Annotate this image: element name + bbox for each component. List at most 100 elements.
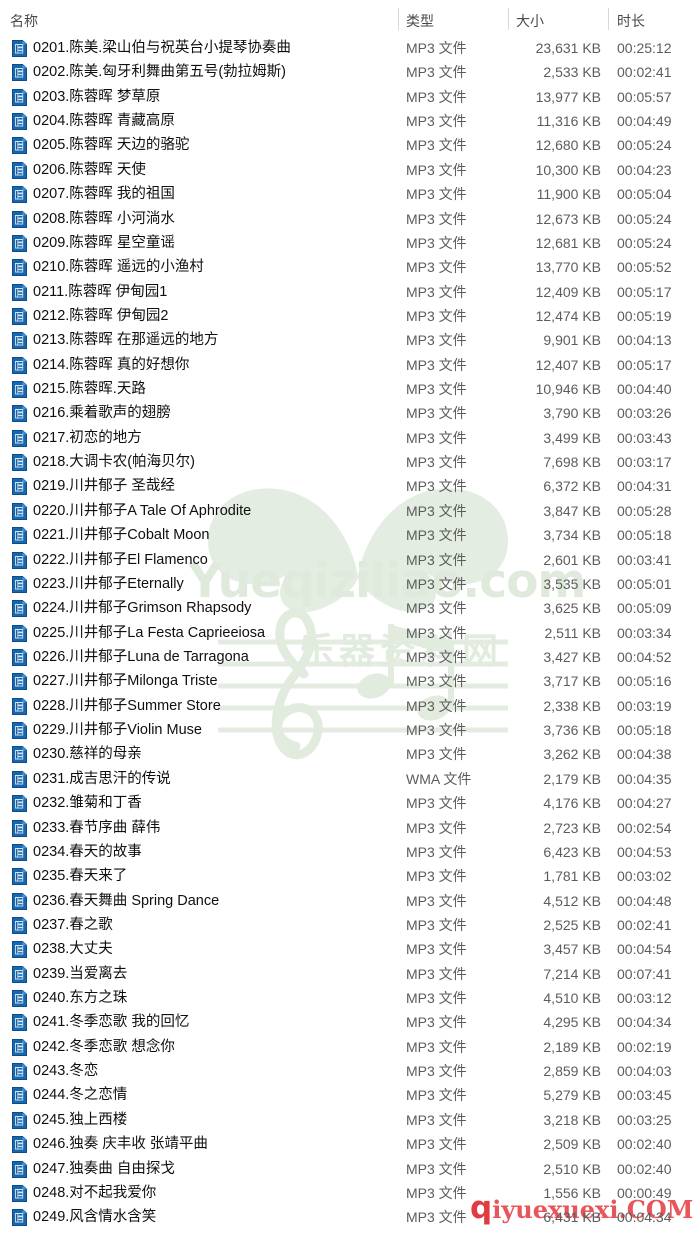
table-row[interactable]: 0244.冬之恋情 MP3 文件 5,279 KB 00:03:45 — [0, 1083, 700, 1107]
file-size: 1,556 KB — [543, 1184, 601, 1201]
table-row[interactable]: 0221.川井郁子Cobalt Moon MP3 文件 3,734 KB 00:… — [0, 523, 700, 547]
table-row[interactable]: 0215.陈蓉晖.天路 MP3 文件 10,946 KB 00:04:40 — [0, 377, 700, 401]
table-row[interactable]: 0228.川井郁子Summer Store MP3 文件 2,338 KB 00… — [0, 694, 700, 718]
file-duration: 00:02:41 — [617, 64, 672, 81]
table-row[interactable]: 0203.陈蓉晖 梦草原 MP3 文件 13,977 KB 00:05:57 — [0, 85, 700, 109]
table-row[interactable]: 0248.对不起我爱你 MP3 文件 1,556 KB 00:00:49 — [0, 1181, 700, 1205]
table-row[interactable]: 0242.冬季恋歌 想念你 MP3 文件 2,189 KB 00:02:19 — [0, 1035, 700, 1059]
table-row[interactable]: 0214.陈蓉晖 真的好想你 MP3 文件 12,407 KB 00:05:17 — [0, 353, 700, 377]
file-duration: 00:04:27 — [617, 795, 672, 812]
file-size: 12,407 KB — [535, 356, 601, 373]
column-separator-type[interactable] — [398, 8, 399, 30]
table-row[interactable]: 0208.陈蓉晖 小河淌水 MP3 文件 12,673 KB 00:05:24 — [0, 207, 700, 231]
file-duration: 00:02:41 — [617, 916, 672, 933]
file-size: 10,300 KB — [535, 161, 601, 178]
table-row[interactable]: 0230.慈祥的母亲 MP3 文件 3,262 KB 00:04:38 — [0, 742, 700, 766]
table-row[interactable]: 0249.风含情水含笑 MP3 文件 6,431 KB 00:04:34 — [0, 1205, 700, 1229]
file-type: MP3 文件 — [406, 478, 467, 495]
file-type: MP3 文件 — [406, 575, 467, 592]
table-row[interactable]: 0232.雏菊和丁香 MP3 文件 4,176 KB 00:04:27 — [0, 791, 700, 815]
file-duration: 00:05:24 — [617, 210, 672, 227]
file-icon-glyph — [12, 502, 27, 520]
table-row[interactable]: 0227.川井郁子Milonga Triste MP3 文件 3,717 KB … — [0, 669, 700, 693]
table-row[interactable]: 0245.独上西楼 MP3 文件 3,218 KB 00:03:25 — [0, 1108, 700, 1132]
file-type: MP3 文件 — [406, 892, 467, 909]
table-row[interactable]: 0219.川井郁子 圣哉经 MP3 文件 6,372 KB 00:04:31 — [0, 474, 700, 498]
table-row[interactable]: 0226.川井郁子Luna de Tarragona MP3 文件 3,427 … — [0, 645, 700, 669]
file-name: 0238.大丈夫 — [33, 941, 113, 958]
mp3-file-icon — [12, 137, 27, 155]
table-row[interactable]: 0205.陈蓉晖 天边的骆驼 MP3 文件 12,680 KB 00:05:24 — [0, 133, 700, 157]
table-row[interactable]: 0212.陈蓉晖 伊甸园2 MP3 文件 12,474 KB 00:05:19 — [0, 304, 700, 328]
file-size: 3,790 KB — [543, 405, 601, 422]
table-row[interactable]: 0223.川井郁子Eternally MP3 文件 3,535 KB 00:05… — [0, 572, 700, 596]
file-type: MP3 文件 — [406, 843, 467, 860]
table-row[interactable]: 0238.大丈夫 MP3 文件 3,457 KB 00:04:54 — [0, 937, 700, 961]
column-header-type[interactable]: 类型 — [406, 11, 434, 31]
file-type: MP3 文件 — [406, 624, 467, 641]
table-row[interactable]: 0204.陈蓉晖 青藏高原 MP3 文件 11,316 KB 00:04:49 — [0, 109, 700, 133]
file-icon-glyph — [12, 868, 27, 886]
table-row[interactable]: 0216.乘着歌声的翅膀 MP3 文件 3,790 KB 00:03:26 — [0, 401, 700, 425]
column-header-row: 名称 类型 大小 时长 — [0, 0, 700, 36]
column-header-name[interactable]: 名称 — [10, 11, 38, 31]
table-row[interactable]: 0231.成吉思汗的传说 WMA 文件 2,179 KB 00:04:35 — [0, 767, 700, 791]
file-duration: 00:04:34 — [617, 1014, 672, 1031]
mp3-file-icon — [12, 527, 27, 545]
file-type: MP3 文件 — [406, 332, 467, 349]
table-row[interactable]: 0234.春天的故事 MP3 文件 6,423 KB 00:04:53 — [0, 840, 700, 864]
file-type: MP3 文件 — [406, 40, 467, 56]
table-row[interactable]: 0202.陈美.匈牙利舞曲第五号(勃拉姆斯) MP3 文件 2,533 KB 0… — [0, 60, 700, 84]
table-row[interactable]: 0209.陈蓉晖 星空童谣 MP3 文件 12,681 KB 00:05:24 — [0, 231, 700, 255]
table-row[interactable]: 0240.东方之珠 MP3 文件 4,510 KB 00:03:12 — [0, 986, 700, 1010]
file-duration: 00:05:17 — [617, 356, 672, 373]
file-duration: 00:04:53 — [617, 843, 672, 860]
table-row[interactable]: 0239.当爱离去 MP3 文件 7,214 KB 00:07:41 — [0, 962, 700, 986]
table-row[interactable]: 0211.陈蓉晖 伊甸园1 MP3 文件 12,409 KB 00:05:17 — [0, 280, 700, 304]
file-icon-glyph — [12, 746, 27, 764]
mp3-file-icon — [12, 843, 27, 861]
table-row[interactable]: 0241.冬季恋歌 我的回忆 MP3 文件 4,295 KB 00:04:34 — [0, 1010, 700, 1034]
mp3-file-icon — [12, 673, 27, 691]
column-header-size[interactable]: 大小 — [516, 11, 544, 31]
mp3-file-icon — [12, 1209, 27, 1227]
table-row[interactable]: 0218.大调卡农(帕海贝尔) MP3 文件 7,698 KB 00:03:17 — [0, 450, 700, 474]
table-row[interactable]: 0233.春节序曲 薛伟 MP3 文件 2,723 KB 00:02:54 — [0, 816, 700, 840]
file-type: MP3 文件 — [406, 429, 467, 446]
table-row[interactable]: 0213.陈蓉晖 在那遥远的地方 MP3 文件 9,901 KB 00:04:1… — [0, 328, 700, 352]
file-duration: 00:02:19 — [617, 1038, 672, 1055]
column-separator-size[interactable] — [508, 8, 509, 30]
table-row[interactable]: 0201.陈美.梁山伯与祝英台小提琴协奏曲 MP3 文件 23,631 KB 0… — [0, 36, 700, 60]
file-name: 0227.川井郁子Milonga Triste — [33, 673, 218, 690]
table-row[interactable]: 0217.初恋的地方 MP3 文件 3,499 KB 00:03:43 — [0, 426, 700, 450]
table-row[interactable]: 0207.陈蓉晖 我的祖国 MP3 文件 11,900 KB 00:05:04 — [0, 182, 700, 206]
file-name: 0209.陈蓉晖 星空童谣 — [33, 234, 175, 251]
table-row[interactable]: 0220.川井郁子A Tale Of Aphrodite MP3 文件 3,84… — [0, 499, 700, 523]
file-duration: 00:04:23 — [617, 161, 672, 178]
column-header-duration[interactable]: 时长 — [617, 11, 645, 31]
mp3-file-icon — [12, 186, 27, 204]
file-name: 0221.川井郁子Cobalt Moon — [33, 527, 210, 544]
mp3-file-icon — [12, 795, 27, 813]
file-name: 0219.川井郁子 圣哉经 — [33, 478, 175, 495]
file-name: 0211.陈蓉晖 伊甸园1 — [33, 283, 168, 300]
table-row[interactable]: 0243.冬恋 MP3 文件 2,859 KB 00:04:03 — [0, 1059, 700, 1083]
file-type: MP3 文件 — [406, 454, 467, 471]
table-row[interactable]: 0237.春之歌 MP3 文件 2,525 KB 00:02:41 — [0, 913, 700, 937]
table-row[interactable]: 0235.春天来了 MP3 文件 1,781 KB 00:03:02 — [0, 864, 700, 888]
file-icon-glyph — [12, 40, 27, 57]
file-name: 0245.独上西楼 — [33, 1111, 128, 1128]
table-row[interactable]: 0247.独奏曲 自由探戈 MP3 文件 2,510 KB 00:02:40 — [0, 1157, 700, 1181]
file-icon-glyph — [12, 234, 27, 252]
table-row[interactable]: 0210.陈蓉晖 遥远的小渔村 MP3 文件 13,770 KB 00:05:5… — [0, 255, 700, 279]
mp3-file-icon — [12, 259, 27, 277]
table-row[interactable]: 0229.川井郁子Violin Muse MP3 文件 3,736 KB 00:… — [0, 718, 700, 742]
column-separator-duration[interactable] — [608, 8, 609, 30]
file-duration: 00:04:34 — [617, 1209, 672, 1226]
table-row[interactable]: 0236.春天舞曲 Spring Dance MP3 文件 4,512 KB 0… — [0, 889, 700, 913]
table-row[interactable]: 0224.川井郁子Grimson Rhapsody MP3 文件 3,625 K… — [0, 596, 700, 620]
table-row[interactable]: 0206.陈蓉晖 天使 MP3 文件 10,300 KB 00:04:23 — [0, 158, 700, 182]
table-row[interactable]: 0222.川井郁子El Flamenco MP3 文件 2,601 KB 00:… — [0, 548, 700, 572]
table-row[interactable]: 0246.独奏 庆丰收 张靖平曲 MP3 文件 2,509 KB 00:02:4… — [0, 1132, 700, 1156]
table-row[interactable]: 0225.川井郁子La Festa Caprieeiosa MP3 文件 2,5… — [0, 621, 700, 645]
